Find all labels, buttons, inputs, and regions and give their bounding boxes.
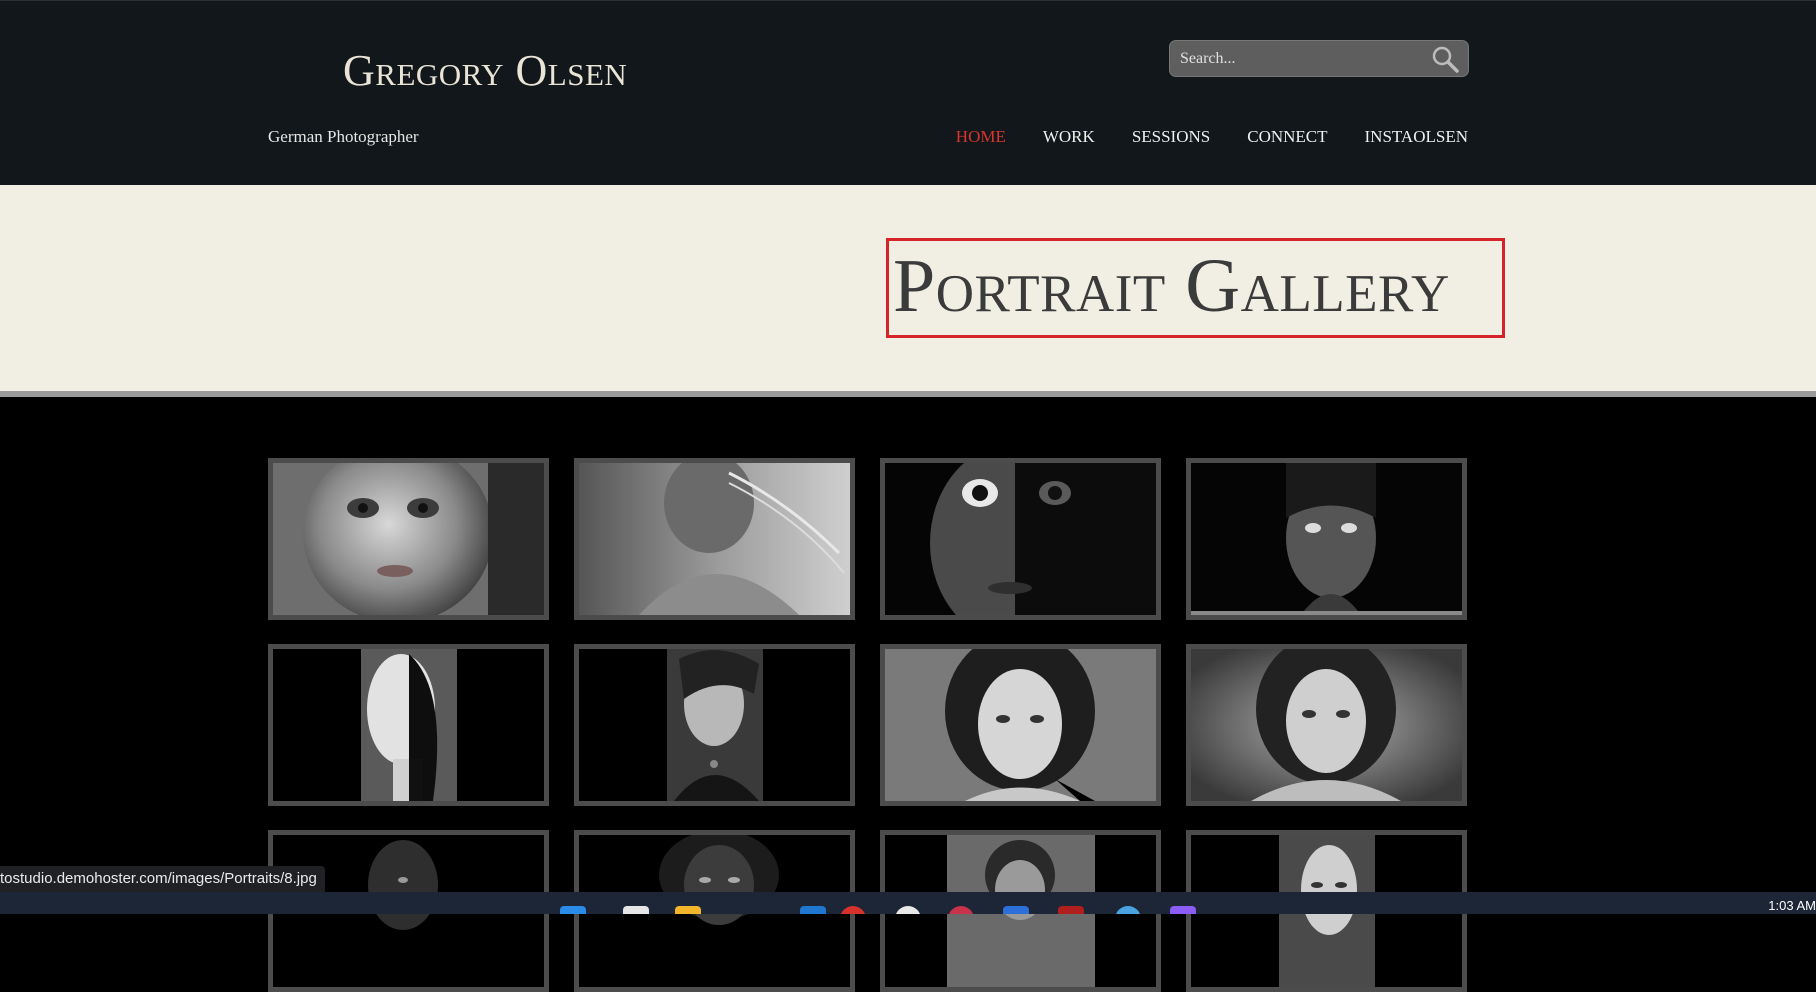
site-header: Gregory Olsen German Photographer HOME W… bbox=[0, 0, 1816, 185]
gallery-thumb-4[interactable] bbox=[1186, 458, 1467, 620]
calendar-icon[interactable] bbox=[1003, 906, 1029, 914]
nav-sessions[interactable]: SESSIONS bbox=[1132, 127, 1210, 147]
site-title[interactable]: Gregory Olsen bbox=[343, 45, 627, 96]
gallery-thumb-3[interactable] bbox=[880, 458, 1161, 620]
taskbar-clock[interactable]: 1:03 AM bbox=[1768, 898, 1816, 913]
nav-home[interactable]: HOME bbox=[956, 127, 1006, 147]
os-taskbar: 1:03 AM bbox=[0, 892, 1816, 914]
edge-icon[interactable] bbox=[800, 906, 826, 914]
visual-studio-icon[interactable] bbox=[1170, 906, 1196, 914]
gallery-thumb-7[interactable] bbox=[880, 644, 1161, 806]
gallery-thumb-5[interactable] bbox=[268, 644, 549, 806]
pdf-app-icon[interactable] bbox=[1058, 906, 1084, 914]
chrome-icon[interactable] bbox=[840, 906, 866, 914]
file-explorer-icon[interactable] bbox=[675, 906, 701, 914]
page-banner: Portrait Gallery bbox=[0, 185, 1816, 397]
main-nav: HOME WORK SESSIONS CONNECT INSTAOLSEN bbox=[956, 127, 1468, 147]
portrait-image bbox=[1191, 649, 1462, 801]
search-app-icon[interactable] bbox=[623, 906, 649, 914]
settings-icon[interactable] bbox=[895, 906, 921, 914]
portrait-image bbox=[579, 463, 850, 615]
profile-app-icon[interactable] bbox=[948, 906, 974, 914]
search-input[interactable] bbox=[1180, 41, 1420, 76]
site-tagline: German Photographer bbox=[268, 127, 419, 146]
gallery-thumb-1[interactable] bbox=[268, 458, 549, 620]
browser-status-bar: tostudio.demohoster.com/images/Portraits… bbox=[0, 866, 325, 892]
portrait-image bbox=[273, 649, 544, 801]
search-box bbox=[1169, 40, 1469, 77]
gallery-thumb-6[interactable] bbox=[574, 644, 855, 806]
portrait-image bbox=[885, 649, 1156, 801]
search-icon[interactable] bbox=[1430, 45, 1460, 73]
portrait-image bbox=[1191, 463, 1462, 615]
page-title: Portrait Gallery bbox=[893, 244, 1450, 328]
start-icon[interactable] bbox=[560, 906, 586, 914]
title-highlight-box: Portrait Gallery bbox=[886, 238, 1505, 338]
nav-work[interactable]: WORK bbox=[1043, 127, 1095, 147]
gallery-thumb-8[interactable] bbox=[1186, 644, 1467, 806]
portrait-image bbox=[579, 649, 850, 801]
nav-connect[interactable]: CONNECT bbox=[1247, 127, 1327, 147]
gallery-thumb-2[interactable] bbox=[574, 458, 855, 620]
browser-icon[interactable] bbox=[1115, 906, 1141, 914]
nav-instaolsen[interactable]: INSTAOLSEN bbox=[1365, 127, 1468, 147]
portrait-image bbox=[273, 463, 544, 615]
portrait-image bbox=[885, 463, 1156, 615]
